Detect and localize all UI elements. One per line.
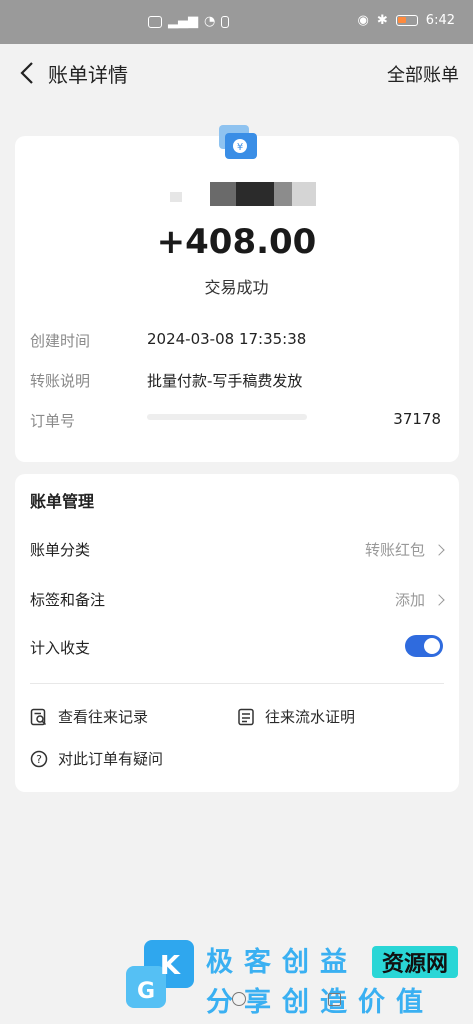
hd-icon [148,15,162,28]
watermark-badge: 资源网 [372,946,458,978]
nav-recents-button[interactable] [328,993,341,1006]
bill-category-text: 转账红包 [364,541,425,559]
transaction-amount: +408.00 [156,222,317,262]
statement-proof-link[interactable]: 往来流水证明 [237,706,355,727]
created-time-label: 创建时间 [30,332,91,350]
wifi-icon: ◔ [204,14,216,29]
nav-home-button[interactable] [232,992,246,1006]
back-button[interactable] [12,58,42,88]
bill-management-title: 账单管理 [30,492,95,511]
order-number-redacted [147,414,307,420]
created-time-value: 2024-03-08 17:35:38 [147,330,307,348]
battery-icon [395,15,418,26]
signal-icon: ▂▄▆ [168,14,198,29]
chevron-right-icon [433,593,445,606]
view-records-text: 查看往来记录 [58,708,149,726]
watermark-logo: K G [126,940,194,1008]
transaction-status: 交易成功 [204,278,269,297]
bill-category-label: 账单分类 [30,541,91,559]
bluetooth-icon: ✱ [376,13,388,28]
eye-icon: ◉ [357,13,369,28]
chevron-right-icon [433,543,445,556]
order-question-text: 对此订单有疑问 [58,750,164,768]
count-income-toggle[interactable] [405,635,443,657]
status-bar: ▂▄▆ ◔ ◉ ✱ 6:42 [0,0,473,44]
payer-name-redacted [170,182,316,206]
svg-text:¥: ¥ [237,142,243,153]
statement-proof-text: 往来流水证明 [265,708,356,726]
status-icons-left: ▂▄▆ ◔ [148,14,230,29]
transfer-icon: ¥ [219,125,257,159]
tags-notes-label: 标签和备注 [30,591,106,609]
order-question-link[interactable]: ? 对此订单有疑问 [30,748,163,769]
bill-category-value[interactable]: 转账红包 [364,539,445,560]
top-navigation: 账单详情 全部账单 [0,44,473,104]
sim-icon [221,15,230,28]
all-bills-link[interactable]: 全部账单 [387,61,459,87]
bill-management-card [15,474,459,792]
order-number-value: 37178 [393,410,441,428]
logo-letter-k: K [160,951,181,981]
watermark-line1: 极客创益 [206,947,358,978]
transfer-note-label: 转账说明 [30,372,91,390]
view-records-link[interactable]: 查看往来记录 [30,706,148,727]
add-tags-button[interactable]: 添加 [394,589,445,610]
svg-text:?: ? [36,753,42,766]
order-number-label: 订单号 [30,412,76,430]
records-search-icon [30,708,47,725]
page-title: 账单详情 [48,63,128,87]
count-income-label: 计入收支 [30,639,91,657]
transfer-note-value: 批量付款-写手稿费发放 [147,372,303,390]
document-icon [238,708,254,725]
divider [30,683,444,684]
add-tags-text: 添加 [394,591,425,609]
status-time: 6:42 [425,13,455,28]
logo-letter-g: G [137,979,155,1004]
question-circle-icon: ? [30,750,48,767]
status-icons-right: ◉ ✱ 6:42 [358,13,455,28]
back-arrow-icon [20,62,33,84]
